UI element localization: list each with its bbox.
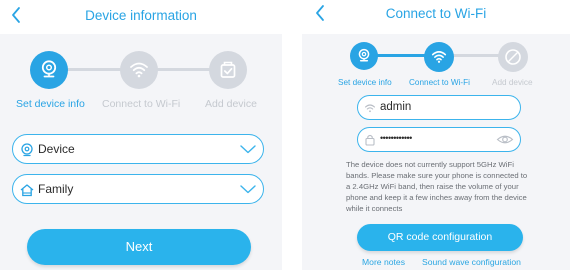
wifi-band-notice: The device does not currently support 5G…: [346, 160, 528, 213]
page-title: Connect to Wi-Fi: [385, 6, 487, 21]
step-connect-wifi: [424, 42, 454, 72]
device-name-select[interactable]: Device: [12, 134, 264, 164]
chevron-down-icon: [240, 185, 256, 194]
lock-icon: [365, 134, 375, 146]
page-title: Device information: [85, 8, 197, 23]
device-information-screen: Device information Set device info Conne…: [0, 0, 282, 270]
step-connector: [64, 68, 122, 71]
step-label: Add device: [492, 78, 533, 87]
family-value: Family: [38, 182, 74, 196]
home-icon: [20, 184, 34, 197]
step-label: Connect to Wi-Fi: [102, 98, 181, 110]
header: Connect to Wi-Fi: [302, 0, 570, 34]
step-connector: [376, 54, 426, 57]
content-area: Set device info Connect to Wi-Fi Add dev…: [302, 34, 570, 270]
family-select[interactable]: Family: [12, 174, 264, 204]
step-add-device: [209, 51, 247, 89]
step-label: Set device info: [338, 78, 392, 87]
step-connector: [154, 68, 212, 71]
wifi-password-field[interactable]: ••••••••••••: [357, 127, 521, 152]
camera-pin-icon: [21, 143, 33, 157]
step-connector: [452, 54, 502, 57]
camera-icon: [358, 48, 370, 62]
step-add-device: [498, 42, 528, 72]
camera-icon: [41, 60, 57, 78]
wifi-icon: [364, 104, 376, 113]
step-label: Set device info: [16, 98, 85, 110]
wifi-ssid-field[interactable]: admin: [357, 95, 521, 120]
more-notes-link[interactable]: More notes: [362, 257, 405, 267]
step-connect-wifi: [120, 51, 158, 89]
device-check-icon: [505, 49, 521, 65]
step-label: Add device: [205, 98, 257, 110]
connect-wifi-screen: Connect to Wi-Fi Set device info Connect…: [302, 0, 570, 270]
header: Device information: [0, 0, 282, 34]
step-set-device-info: [30, 51, 68, 89]
eye-icon[interactable]: [496, 133, 514, 146]
divider: [282, 0, 302, 270]
device-name-value: Device: [38, 142, 75, 156]
content-area: Set device info Connect to Wi-Fi Add dev…: [0, 34, 282, 270]
chevron-down-icon: [240, 145, 256, 154]
next-button[interactable]: Next: [27, 229, 251, 265]
qr-code-configuration-button[interactable]: QR code configuration: [357, 224, 523, 251]
wifi-ssid-value: admin: [380, 101, 412, 113]
wifi-icon: [431, 51, 447, 63]
wifi-password-value: ••••••••••••: [380, 133, 412, 143]
sound-wave-configuration-link[interactable]: Sound wave configuration: [422, 257, 521, 267]
device-check-icon: [220, 61, 236, 78]
step-label: Connect to Wi-Fi: [409, 78, 470, 87]
step-set-device-info: [350, 42, 378, 70]
wifi-icon: [130, 62, 148, 78]
